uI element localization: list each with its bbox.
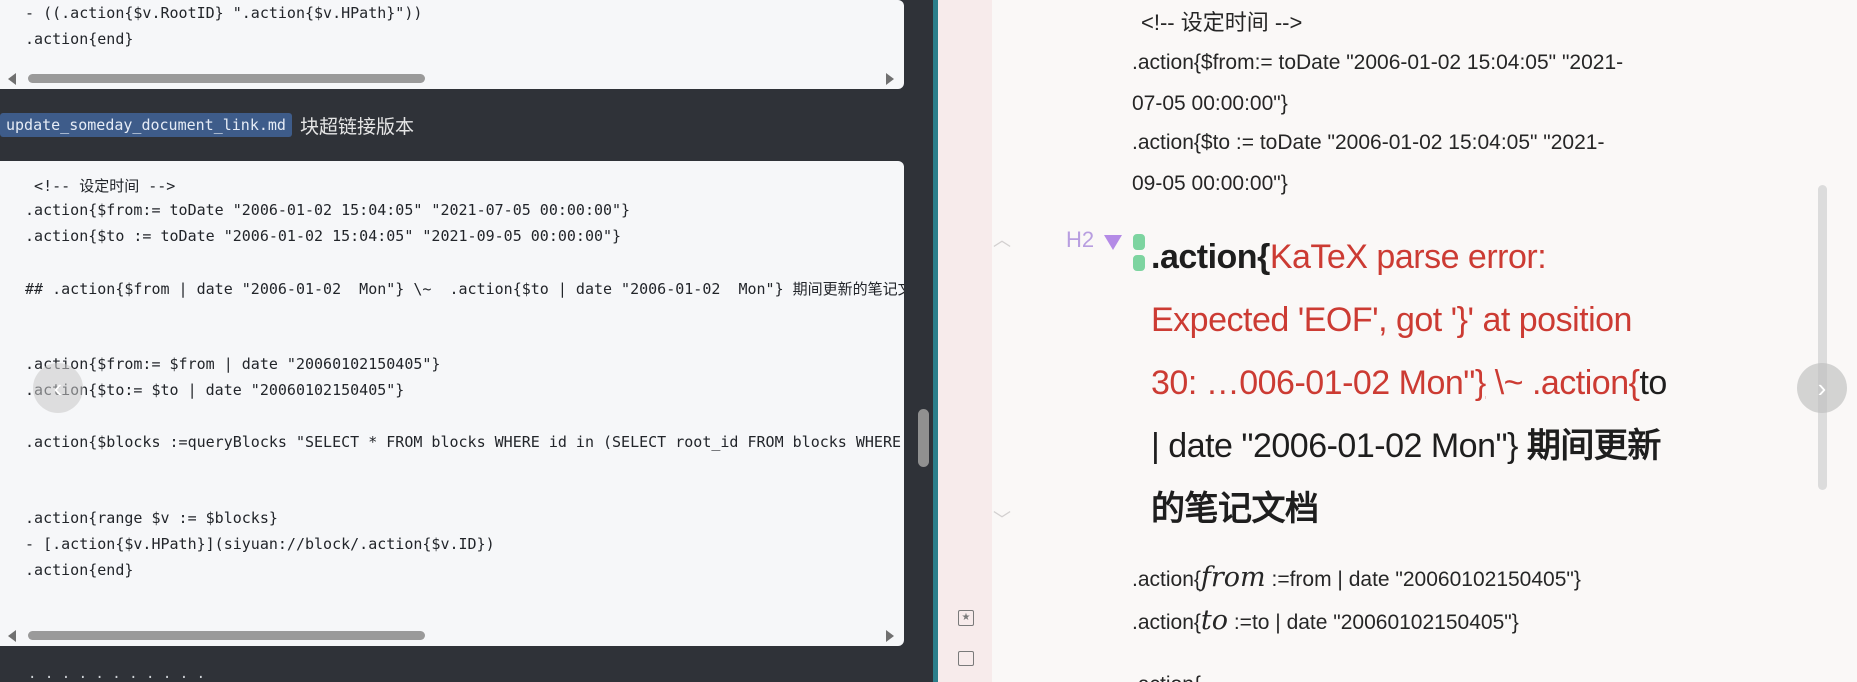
chevron-right-icon: › bbox=[1817, 372, 1827, 403]
horizontal-scrollbar[interactable] bbox=[0, 627, 904, 643]
code-block-top[interactable]: - ((.action{$v.RootID} ".action{$v.HPath… bbox=[0, 0, 904, 89]
scroll-left-arrow-icon[interactable] bbox=[8, 630, 16, 642]
text-rest: from | date "20060102150405"} bbox=[1289, 568, 1581, 591]
code-line: .action{$blocks :=queryBlocks "SELECT * … bbox=[16, 433, 902, 451]
document-link[interactable]: update_someday_document_link.md bbox=[0, 113, 292, 137]
scroll-right-arrow-icon[interactable] bbox=[886, 73, 894, 85]
cut-off-text: · · · · · · · · · · · bbox=[28, 670, 206, 682]
katex-error-tail: \~ .action{ bbox=[1485, 364, 1640, 402]
triangle-down-icon[interactable] bbox=[1104, 235, 1122, 250]
horizontal-scrollbar[interactable] bbox=[0, 70, 904, 86]
paragraph-from: .action{$from:= toDate "2006-01-02 15:04… bbox=[1132, 51, 1624, 115]
chevron-down-icon[interactable]: ﹀ bbox=[993, 506, 1011, 530]
paragraph-math-to: .action{to :=to | date "20060102150405"} bbox=[1132, 600, 1519, 643]
document-header-suffix: 块超链接版本 bbox=[299, 116, 414, 138]
source-pane: - ((.action{$v.RootID} ".action{$v.HPath… bbox=[0, 0, 904, 682]
math-variable: from bbox=[1200, 562, 1266, 593]
code-line: ## .action{$from | date "2006-01-02 Mon"… bbox=[16, 280, 904, 298]
katex-error-brace: } bbox=[1474, 364, 1486, 402]
math-operator: := bbox=[1265, 568, 1290, 591]
vertical-scrollbar[interactable] bbox=[1818, 185, 1827, 490]
vertical-scrollbar-thumb[interactable] bbox=[918, 409, 929, 467]
code-line: .action{$from:= $from | date "2006010215… bbox=[16, 355, 441, 373]
bookmark-icon[interactable]: ★ bbox=[958, 610, 974, 626]
drag-handle-icon[interactable] bbox=[1133, 234, 1145, 272]
paragraph-to: .action{$to := toDate "2006-01-02 15:04:… bbox=[1132, 131, 1605, 195]
code-block-main[interactable]: <!-- 设定时间 --> .action{$from:= toDate "20… bbox=[0, 161, 904, 646]
cut-off-paragraph: .action{ bbox=[1132, 664, 1201, 682]
heading-level-badge[interactable]: H2 bbox=[1066, 227, 1094, 253]
code-line: .action{range $v := $blocks} bbox=[16, 509, 278, 527]
code-line: .action{$from:= toDate "2006-01-02 15:04… bbox=[16, 201, 631, 219]
code-line: - [.action{$v.HPath}](siyuan://block/.ac… bbox=[16, 535, 495, 553]
code-line: .action{end} bbox=[16, 561, 134, 579]
chevron-left-icon: ‹ bbox=[53, 372, 63, 403]
heading-h2[interactable]: .action{KaTeX parse error: Expected 'EOF… bbox=[1151, 226, 1671, 541]
scroll-left-arrow-icon[interactable] bbox=[8, 73, 16, 85]
code-line: <!-- 设定时间 --> bbox=[16, 177, 176, 195]
text-prefix: .action{ bbox=[1132, 568, 1201, 591]
code-line: - ((.action{$v.RootID} ".action{$v.HPath… bbox=[16, 4, 423, 22]
comment-text: <!-- 设定时间 --> bbox=[1141, 10, 1303, 35]
scroll-right-arrow-icon[interactable] bbox=[886, 630, 894, 642]
code-line: .action{$to := toDate "2006-01-02 15:04:… bbox=[16, 227, 622, 245]
text-prefix: .action{ bbox=[1132, 611, 1201, 634]
paragraph-math-from: .action{from :=from | date "200601021504… bbox=[1132, 557, 1581, 600]
document-header: update_someday_document_link.md 块超链接版本 bbox=[0, 111, 414, 139]
heading-prefix: .action{ bbox=[1151, 238, 1270, 276]
editor-gutter: ★ bbox=[938, 0, 992, 682]
preview-pane: ★ <!-- 设定时间 --> .action{$from:= toDate "… bbox=[938, 0, 1857, 682]
chevron-up-icon[interactable]: ︿ bbox=[993, 226, 1011, 250]
math-variable: to bbox=[1200, 605, 1228, 636]
scrollbar-thumb[interactable] bbox=[28, 74, 425, 83]
next-button[interactable]: › bbox=[1797, 363, 1847, 413]
math-operator: := bbox=[1228, 611, 1252, 634]
panel-icon[interactable] bbox=[958, 651, 974, 666]
scrollbar-thumb[interactable] bbox=[28, 631, 425, 640]
previous-button[interactable]: ‹ bbox=[33, 363, 83, 413]
code-line: .action{end} bbox=[16, 30, 134, 48]
text-rest: to | date "20060102150405"} bbox=[1251, 611, 1519, 634]
